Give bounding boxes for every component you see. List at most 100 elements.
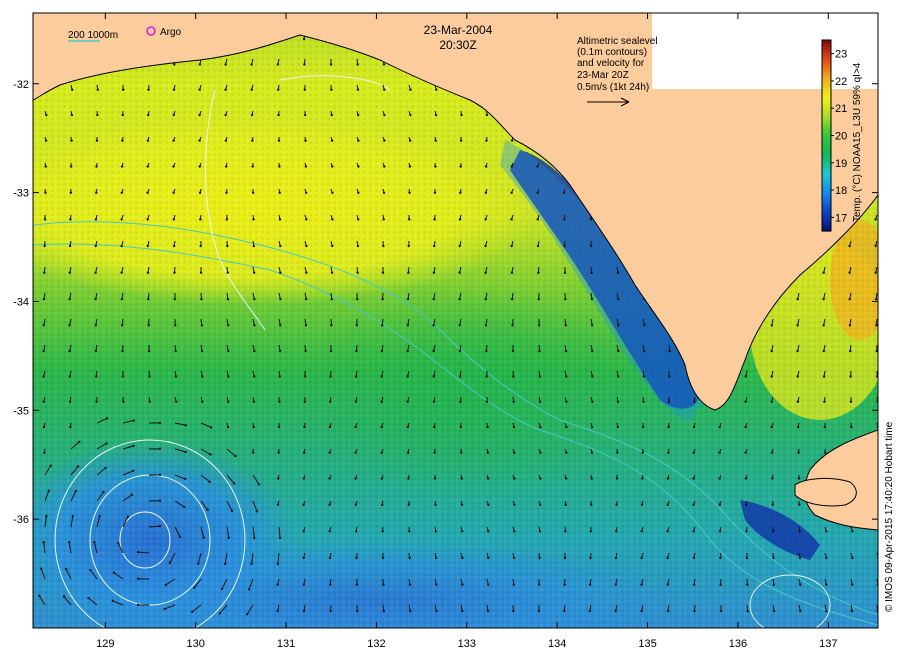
velocity-arrow-head	[277, 504, 279, 506]
velocity-arrow-head	[408, 530, 410, 532]
velocity-arrow-head	[330, 89, 332, 91]
velocity-arrow-head	[434, 165, 436, 167]
velocity-arrow-head	[875, 324, 877, 326]
velocity-arrow-head	[745, 477, 747, 479]
velocity-arrow-head	[175, 375, 177, 377]
velocity-arrow-head	[224, 63, 226, 65]
velocity-arrow-head	[164, 608, 166, 610]
velocity-arrow-head	[256, 510, 258, 512]
velocity-arrow-head	[70, 139, 72, 141]
velocity-arrow-head	[137, 551, 139, 553]
velocity-arrow-head	[459, 218, 461, 220]
x-tick-label: 136	[729, 638, 747, 650]
colorbar-tick-label: 17	[835, 212, 847, 224]
velocity-arrow-head	[148, 375, 150, 377]
velocity-arrow-head	[666, 530, 668, 532]
velocity-arrow-head	[850, 401, 852, 403]
velocity-arrow-head	[615, 557, 617, 559]
velocity-arrow-head	[382, 272, 384, 274]
x-tick-label: 137	[819, 638, 837, 650]
velocity-arrow-head	[667, 504, 669, 506]
velocity-arrow-head	[277, 63, 279, 65]
velocity-arrow-head	[407, 451, 409, 453]
velocity-arrow-head	[355, 504, 357, 506]
velocity-arrow-head	[564, 530, 566, 532]
velocity-arrow-head	[511, 298, 513, 300]
velocity-arrow-head	[744, 401, 746, 403]
velocity-arrow-head	[746, 610, 748, 612]
velocity-arrow-head	[113, 572, 115, 574]
velocity-arrow-head	[224, 114, 226, 116]
velocity-arrow-head	[357, 218, 359, 220]
velocity-arrow-head	[461, 530, 463, 532]
velocity-arrow-head	[96, 114, 98, 116]
velocity-arrow-head	[381, 451, 383, 453]
velocity-arrow-head	[433, 245, 435, 247]
velocity-arrow-head	[409, 139, 411, 141]
velocity-arrow-head	[356, 298, 358, 300]
velocity-arrow-head	[331, 192, 333, 194]
velocity-arrow-head	[331, 272, 333, 274]
velocity-arrow-head	[253, 298, 255, 300]
velocity-arrow-head	[851, 583, 853, 585]
velocity-arrow-head	[43, 324, 45, 326]
velocity-arrow-head	[173, 114, 175, 116]
annotation-line-1: Altimetric sealevel	[577, 36, 658, 47]
velocity-arrow-head	[667, 477, 669, 479]
velocity-arrow-head	[796, 350, 798, 352]
velocity-arrow-head	[825, 530, 827, 532]
velocity-arrow-head	[330, 63, 332, 65]
velocity-arrow-head	[302, 557, 304, 559]
y-tick-label: -33	[13, 188, 29, 200]
velocity-arrow-head	[304, 350, 306, 352]
velocity-arrow-head	[513, 451, 515, 453]
velocity-arrow-head	[45, 114, 47, 116]
velocity-arrow-head	[718, 426, 720, 428]
velocity-arrow-head	[563, 610, 565, 612]
velocity-arrow-head	[356, 324, 358, 326]
velocity-arrow-head	[78, 441, 80, 443]
velocity-arrow-head	[234, 455, 236, 457]
velocity-arrow-head	[615, 583, 617, 585]
velocity-arrow-head	[127, 516, 129, 518]
velocity-arrow-head	[357, 89, 359, 91]
velocity-arrow-head	[227, 375, 229, 377]
velocity-arrow-head	[565, 451, 567, 453]
velocity-arrow-head	[486, 401, 488, 403]
velocity-arrow-head	[615, 530, 617, 532]
velocity-arrow-head	[251, 114, 253, 116]
velocity-arrow-head	[357, 114, 359, 116]
velocity-arrow-head	[208, 481, 210, 483]
velocity-arrow-head	[772, 557, 774, 559]
velocity-arrow-head	[484, 218, 486, 220]
velocity-arrow-head	[65, 568, 67, 570]
velocity-arrow-head	[591, 375, 593, 377]
velocity-arrow-head	[330, 350, 332, 352]
velocity-arrow-head	[513, 477, 515, 479]
velocity-arrow-head	[122, 89, 124, 91]
velocity-arrow-head	[539, 451, 541, 453]
velocity-arrow-head	[432, 298, 434, 300]
velocity-arrow-head	[486, 426, 488, 428]
velocity-arrow-head	[357, 245, 359, 247]
velocity-arrow-head	[485, 139, 487, 141]
x-tick-label: 134	[548, 638, 566, 650]
velocity-arrow-head	[105, 442, 107, 444]
velocity-arrow-head	[407, 298, 409, 300]
velocity-arrow-head	[199, 192, 201, 194]
map-canvas: 129130131132133134135136137-32-33-34-35-…	[0, 0, 900, 660]
velocity-arrow-head	[89, 569, 91, 571]
velocity-arrow-head	[305, 192, 307, 194]
velocity-arrow-head	[98, 515, 100, 517]
velocity-arrow-head	[258, 483, 260, 485]
velocity-arrow-head	[641, 504, 643, 506]
velocity-arrow-head	[303, 610, 305, 612]
velocity-arrow-head	[616, 477, 618, 479]
velocity-arrow-head	[565, 350, 567, 352]
velocity-arrow-head	[122, 401, 124, 403]
velocity-arrow-head	[640, 610, 642, 612]
velocity-arrow-head	[539, 477, 541, 479]
velocity-arrow-head	[133, 419, 135, 421]
velocity-arrow-head	[875, 272, 877, 274]
velocity-arrow-head	[303, 477, 305, 479]
